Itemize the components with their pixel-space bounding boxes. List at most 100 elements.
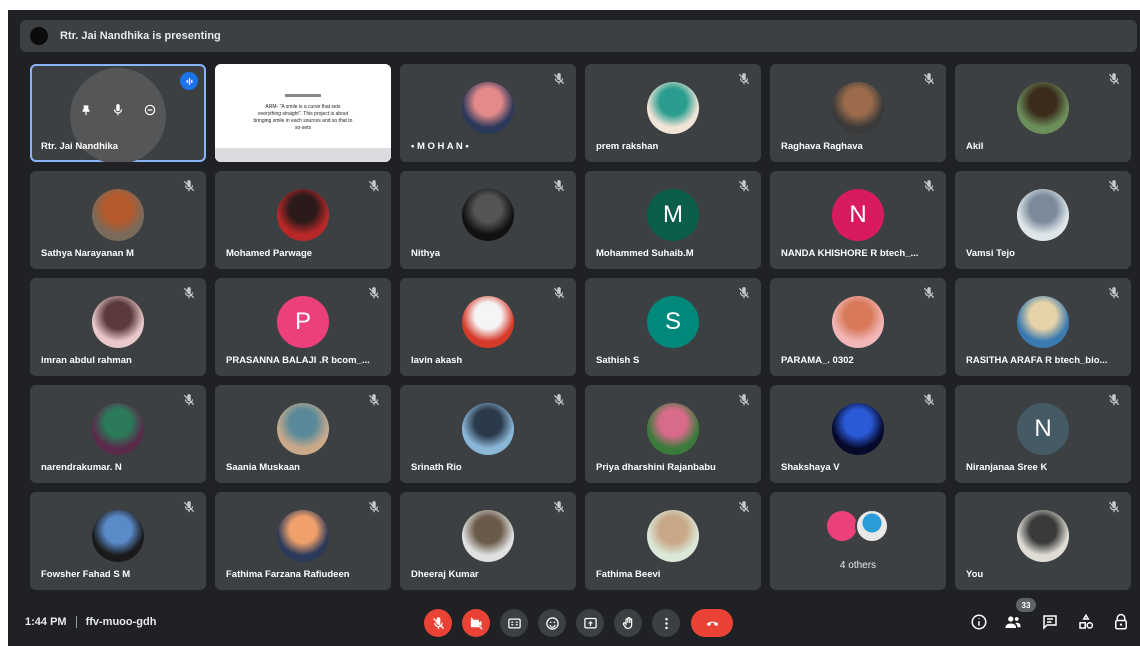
reactions-button[interactable] — [538, 609, 566, 637]
presenting-banner[interactable]: Rtr. Jai Nandhika is presenting — [20, 20, 1137, 52]
participant-name: PARAMA_. 0302 — [781, 355, 854, 366]
remove-participant-icon[interactable] — [143, 103, 157, 117]
avatar: P — [277, 296, 329, 348]
participant-tile[interactable]: P PRASANNA BALAJI .R bcom_... — [215, 278, 391, 376]
participant-tile[interactable]: 4 others — [770, 492, 946, 590]
avatar — [1017, 189, 1069, 241]
muted-mic-icon — [922, 393, 936, 407]
presenter-avatar — [30, 27, 48, 45]
participant-tile[interactable]: narendrakumar. N — [30, 385, 206, 483]
avatar — [462, 189, 514, 241]
host-controls-button[interactable] — [1112, 613, 1130, 631]
participant-name: Raghava Raghava — [781, 141, 863, 152]
pin-icon[interactable] — [79, 103, 93, 117]
presentation-slide: ARM- "A smile is a curve that sets everyt… — [215, 64, 391, 162]
participant-tile[interactable]: • M O H A N • — [400, 64, 576, 162]
camera-off-icon — [469, 616, 484, 631]
leave-call-button[interactable] — [691, 609, 733, 637]
participant-tile[interactable]: N Niranjanaa Sree K — [955, 385, 1131, 483]
participant-name: prem rakshan — [596, 141, 659, 152]
avatar — [277, 510, 329, 562]
more-options-button[interactable] — [652, 609, 680, 637]
participant-tile[interactable]: lavin akash — [400, 278, 576, 376]
avatar — [462, 510, 514, 562]
muted-mic-icon — [737, 500, 751, 514]
participant-name: Dheeraj Kumar — [411, 569, 479, 580]
captions-icon — [507, 616, 522, 631]
muted-mic-icon — [367, 286, 381, 300]
captions-button[interactable] — [500, 609, 528, 637]
participant-tile[interactable]: Fathima Farzana Rafiudeen — [215, 492, 391, 590]
divider — [75, 616, 77, 628]
participant-tile[interactable]: imran abdul rahman — [30, 278, 206, 376]
meeting-info-button[interactable] — [970, 613, 988, 631]
participant-name: Saania Muskaan — [226, 462, 300, 473]
participant-name: PRASANNA BALAJI .R bcom_... — [226, 355, 370, 366]
participant-tile[interactable]: Priya dharshini Rajanbabu — [585, 385, 761, 483]
muted-mic-icon — [182, 500, 196, 514]
participant-name: Fathima Farzana Rafiudeen — [226, 569, 350, 580]
participant-tile[interactable]: Fowsher Fahad S M — [30, 492, 206, 590]
participant-count-badge: 33 — [1016, 598, 1036, 612]
presenting-text: Rtr. Jai Nandhika is presenting — [60, 30, 221, 42]
muted-mic-icon — [552, 393, 566, 407]
host-controls-icon — [1112, 613, 1130, 631]
mute-participant-icon[interactable] — [111, 103, 125, 117]
mic-toggle-button[interactable] — [424, 609, 452, 637]
participant-tile[interactable]: Fathima Beevi — [585, 492, 761, 590]
bottom-bar: 1:44 PM ffv-muoo-gdh 33 — [8, 598, 1140, 646]
participant-tile[interactable]: PARAMA_. 0302 — [770, 278, 946, 376]
participant-tile[interactable]: Sathya Narayanan M — [30, 171, 206, 269]
participant-tile[interactable]: Dheeraj Kumar — [400, 492, 576, 590]
muted-mic-icon — [182, 393, 196, 407]
participant-name: Nithya — [411, 248, 441, 259]
participant-tile[interactable]: S Sathish S — [585, 278, 761, 376]
avatar: S — [647, 296, 699, 348]
participant-tile[interactable]: Shakshaya V — [770, 385, 946, 483]
participant-tile[interactable]: Raghava Raghava — [770, 64, 946, 162]
participant-tile[interactable]: You — [955, 492, 1131, 590]
participant-tile[interactable]: Nithya — [400, 171, 576, 269]
activities-button[interactable] — [1077, 613, 1095, 631]
participant-name: You — [966, 569, 984, 580]
participant-name: narendrakumar. N — [41, 462, 122, 473]
participant-tile[interactable]: M Mohammed Suhaib.M — [585, 171, 761, 269]
participant-name: Rtr. Jai Nandhika — [41, 141, 119, 152]
muted-mic-icon — [737, 179, 751, 193]
info-icon — [970, 613, 988, 631]
participant-tile[interactable]: Rtr. Jai Nandhika — [30, 64, 206, 162]
present-now-button[interactable] — [576, 609, 604, 637]
meeting-details: 1:44 PM ffv-muoo-gdh — [25, 616, 156, 628]
muted-mic-icon — [1107, 500, 1121, 514]
participant-tile[interactable]: Saania Muskaan — [215, 385, 391, 483]
camera-toggle-button[interactable] — [462, 609, 490, 637]
muted-mic-icon — [922, 179, 936, 193]
participant-tile[interactable]: N NANDA KHISHORE R btech_... — [770, 171, 946, 269]
muted-mic-icon — [367, 500, 381, 514]
raise-hand-button[interactable] — [614, 609, 642, 637]
avatar — [832, 403, 884, 455]
participant-tile[interactable]: prem rakshan — [585, 64, 761, 162]
participant-grid: Rtr. Jai Nandhika ARM- "A smile is a curv… — [30, 64, 1131, 590]
more-options-icon — [659, 616, 674, 631]
chat-icon — [1041, 613, 1059, 631]
muted-mic-icon — [552, 72, 566, 86]
participant-name: Fowsher Fahad S M — [41, 569, 131, 580]
slide-text-line: so-sets — [294, 125, 312, 131]
participant-tile[interactable]: Akil — [955, 64, 1131, 162]
participant-name: Srinath Rio — [411, 462, 462, 473]
people-button[interactable] — [1004, 613, 1022, 631]
participant-name: Fathima Beevi — [596, 569, 661, 580]
avatar — [92, 510, 144, 562]
participant-tile[interactable]: ARM- "A smile is a curve that sets everyt… — [215, 64, 391, 162]
participant-tile[interactable]: Srinath Rio — [400, 385, 576, 483]
participant-tile[interactable]: Mohamed Parwage — [215, 171, 391, 269]
slide-text-line: bringing smile in each sources and so th… — [253, 118, 353, 124]
chat-button[interactable] — [1041, 613, 1059, 631]
participant-tile[interactable]: RASITHA ARAFA R btech_bio... — [955, 278, 1131, 376]
participant-name: Akil — [966, 141, 984, 152]
avatar — [832, 82, 884, 134]
raise-hand-icon — [621, 616, 636, 631]
activities-icon — [1077, 613, 1095, 631]
participant-tile[interactable]: Vamsi Tejo — [955, 171, 1131, 269]
